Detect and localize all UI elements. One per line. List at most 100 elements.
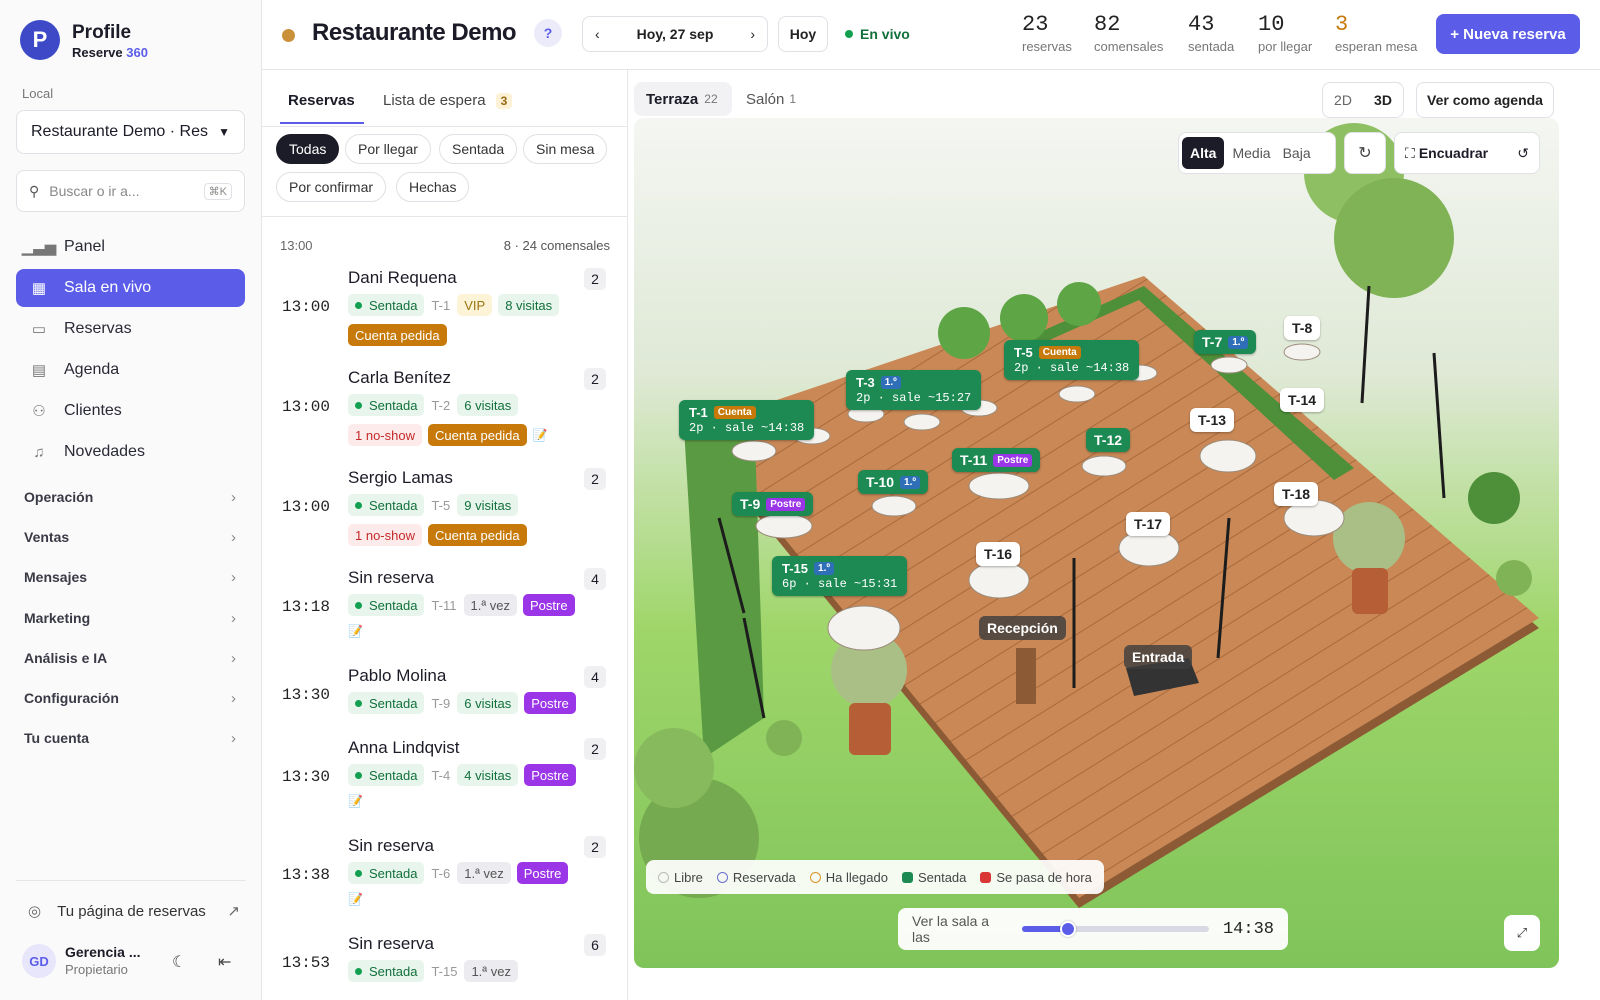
tab-waitlist[interactable]: Lista de espera 3 — [383, 92, 513, 109]
view-2d-button[interactable]: 2D — [1334, 92, 1352, 108]
view-3d-button[interactable]: 3D — [1374, 92, 1392, 108]
filter-todas[interactable]: Todas — [276, 134, 340, 164]
tag-vis: 6 visitas — [457, 692, 519, 714]
tab-reservations[interactable]: Reservas — [288, 92, 355, 109]
tab-underline — [280, 122, 364, 124]
reservation-tags-secondary: 📝 — [348, 624, 363, 638]
floor-3d-view[interactable]: T-1 Cuenta 2p · sale ~14:38 T-3 1.º 2p · s… — [634, 118, 1559, 968]
time-slider[interactable] — [1021, 921, 1209, 937]
tag-post: Postre — [516, 862, 569, 884]
room-tab-terraza[interactable]: Terraza 22 — [634, 82, 732, 116]
page-title: Restaurante Demo — [312, 19, 517, 46]
table-label-t18[interactable]: T-18 — [1274, 482, 1319, 506]
today-button[interactable]: Hoy — [778, 16, 828, 52]
sidebar-item-panel[interactable]: ▁▃▅ Panel — [16, 228, 245, 266]
table-label-t7[interactable]: T-7 1.º — [1194, 330, 1257, 354]
sidebar-item-clients[interactable]: ⚇ Clientes — [16, 392, 245, 430]
filter-por-llegar[interactable]: Por llegar — [345, 134, 431, 164]
table-label-t8[interactable]: T-8 — [1284, 316, 1321, 340]
booking-page-link[interactable]: ◎ Tu página de reservas ↗ — [28, 902, 240, 921]
table-number: T-1 — [431, 297, 451, 313]
tag-bill: Cuenta pedida — [348, 324, 447, 346]
note-icon[interactable]: 📝 — [348, 794, 363, 808]
slider-time: 14:38 — [1222, 919, 1274, 939]
reservation-name: Anna Lindqvist — [348, 738, 460, 757]
local-select[interactable]: Restaurante Demo · Res ▼ — [16, 110, 245, 154]
next-day-button[interactable]: › — [750, 26, 755, 42]
sidebar-item-live-room[interactable]: ▦ Sala en vivo — [16, 269, 245, 307]
group-mensajes[interactable]: Mensajes › — [24, 565, 236, 589]
group-operacion[interactable]: Operación › — [24, 485, 236, 509]
chevron-right-icon: › — [231, 488, 236, 506]
prev-day-button[interactable]: ‹ — [595, 26, 600, 42]
refresh-icon[interactable]: ↻ — [1344, 132, 1386, 174]
party-size: 2 — [584, 738, 606, 760]
reception-stand — [1016, 648, 1036, 704]
frame-button[interactable]: ⛶ Encuadrar ↺ — [1394, 132, 1540, 174]
party-size: 2 — [584, 268, 606, 290]
table-label-t12[interactable]: T-12 — [1086, 428, 1131, 452]
group-analisis[interactable]: Análisis e IA › — [24, 646, 236, 670]
tag-post: Postre — [524, 764, 576, 786]
sidebar-item-reservations[interactable]: ▭ Reservas — [16, 310, 245, 348]
table-number: T-6 — [431, 865, 451, 881]
table-label-t10[interactable]: T-10 1.º — [858, 470, 929, 494]
group-tu-cuenta[interactable]: Tu cuenta › — [24, 726, 236, 750]
slider-label: Ver la sala a las — [912, 913, 990, 945]
agenda-view-button[interactable]: Ver como agenda — [1416, 82, 1554, 118]
time-slider-panel: Ver la sala a las 14:38 — [898, 908, 1288, 950]
date-label[interactable]: Hoy, 27 sep — [637, 26, 714, 42]
legend-ha-llegado: Ha llegado — [809, 870, 888, 885]
reset-view-icon[interactable]: ↺ — [1517, 145, 1529, 162]
reservation-name: Carla Benítez — [348, 368, 451, 387]
status-badge: Sentada — [348, 960, 425, 982]
note-icon[interactable]: 📝 — [533, 428, 548, 442]
table-label-t11[interactable]: T-11 Postre — [952, 448, 1041, 472]
tag-vis: 4 visitas — [457, 764, 519, 786]
table-label-t14[interactable]: T-14 — [1280, 388, 1325, 412]
table-label-t13[interactable]: T-13 — [1190, 408, 1235, 432]
search-input[interactable]: ⚲ Buscar o ir a... ⌘K — [16, 170, 245, 212]
filter-por-confirmar[interactable]: Por confirmar — [276, 172, 387, 202]
table-label-t1[interactable]: T-1 Cuenta 2p · sale ~14:38 — [679, 400, 815, 440]
tag-bill: Cuenta pedida — [427, 524, 527, 546]
party-size: 2 — [584, 836, 606, 858]
group-marketing[interactable]: Marketing › — [24, 606, 236, 630]
filter-hechas[interactable]: Hechas — [396, 172, 470, 202]
table-label-t3[interactable]: T-3 1.º 2p · sale ~15:27 — [846, 370, 982, 410]
new-reservation-button[interactable]: + Nueva reserva — [1436, 14, 1580, 54]
table-label-t9[interactable]: T-9 Postre — [732, 492, 814, 516]
user-role: Propietario — [65, 962, 128, 977]
table-label-t17[interactable]: T-17 — [1126, 512, 1171, 536]
group-ventas[interactable]: Ventas › — [24, 525, 236, 549]
shortcut-badge: ⌘K — [203, 182, 232, 200]
expand-icon[interactable]: ⤢ — [1504, 915, 1540, 951]
grid-icon: ▦ — [31, 280, 47, 297]
group-configuracion[interactable]: Configuración › — [24, 686, 236, 710]
filter-sin-mesa[interactable]: Sin mesa — [523, 134, 608, 164]
user-name: Gerencia ... — [65, 944, 141, 960]
slider-thumb[interactable] — [1060, 921, 1077, 937]
sidebar-item-agenda[interactable]: ▤ Agenda — [16, 351, 245, 389]
sidebar-item-news[interactable]: ♫ Novedades — [16, 433, 245, 471]
table-label-t16[interactable]: T-16 — [976, 542, 1021, 566]
moon-icon[interactable]: ☾ — [172, 952, 186, 972]
note-icon[interactable]: 📝 — [348, 624, 363, 638]
table-label-t5[interactable]: T-5 Cuenta 2p · sale ~14:38 — [1004, 340, 1140, 380]
logout-icon[interactable]: ⇤ — [218, 952, 231, 972]
table-number: T-5 — [431, 497, 451, 513]
waitlist-count-badge: 3 — [495, 92, 513, 109]
note-icon[interactable]: 📝 — [348, 892, 363, 906]
filter-sentada[interactable]: Sentada — [439, 134, 518, 164]
quality-media[interactable]: Media — [1228, 137, 1274, 169]
quality-toggle: Alta Media Baja — [1178, 132, 1336, 174]
legend-sentada: Sentada — [901, 870, 966, 885]
help-button[interactable]: ? — [534, 19, 562, 47]
reservation-tags-secondary: 1 no-show Cuenta pedida 📝 — [348, 424, 548, 446]
sidebar: P Profile Reserve 360 Local Restaurante … — [0, 0, 262, 1000]
quality-alta[interactable]: Alta — [1182, 137, 1225, 169]
party-size: 2 — [584, 368, 606, 390]
table-label-t15[interactable]: T-15 1.º 6p · sale ~15:31 — [772, 556, 908, 596]
room-tab-salon[interactable]: Salón 1 — [746, 82, 796, 116]
quality-baja[interactable]: Baja — [1279, 137, 1315, 169]
